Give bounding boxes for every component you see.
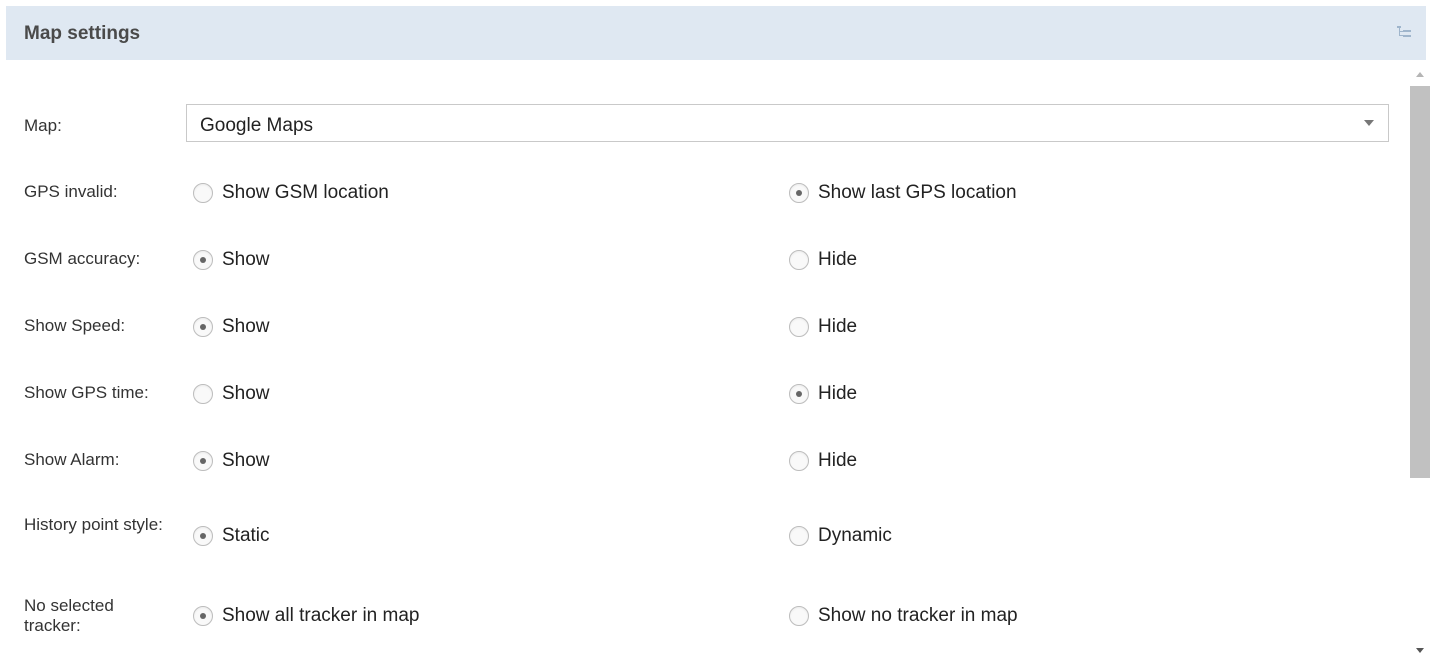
radio-option[interactable]: Show last GPS location (789, 180, 1017, 206)
setting-label: History point style: (24, 515, 163, 534)
radio-option[interactable]: Hide (789, 381, 857, 407)
radio-option-label: Show GSM location (222, 182, 389, 203)
radio-option-label: Show (222, 383, 270, 404)
radio-button[interactable] (789, 526, 809, 546)
radio-option-label: Show last GPS location (818, 182, 1017, 203)
radio-button[interactable] (789, 451, 809, 471)
radio-button[interactable] (789, 384, 809, 404)
setting-label: Show GPS time: (24, 383, 149, 402)
setting-label: GSM accuracy: (24, 249, 141, 268)
radio-option-label: Dynamic (818, 525, 892, 546)
radio-option[interactable]: Dynamic (789, 523, 892, 549)
radio-option[interactable]: Show (193, 448, 270, 474)
radio-option[interactable]: Static (193, 523, 270, 549)
radio-option[interactable]: Show no tracker in map (789, 603, 1018, 629)
radio-button[interactable] (193, 250, 213, 270)
radio-option[interactable]: Hide (789, 448, 857, 474)
map-label: Map: (24, 116, 62, 135)
map-select[interactable]: Google Maps (186, 104, 1389, 142)
setting-label: GPS invalid: (24, 182, 118, 201)
radio-option[interactable]: Show (193, 314, 270, 340)
radio-option-label: Show (222, 450, 270, 471)
radio-button[interactable] (789, 250, 809, 270)
setting-label: Show Alarm: (24, 450, 120, 469)
scroll-down-icon[interactable] (1416, 648, 1424, 653)
radio-option-label: Show all tracker in map (222, 605, 420, 626)
radio-option-label: Show no tracker in map (818, 605, 1018, 626)
radio-button[interactable] (193, 526, 213, 546)
radio-option-label: Hide (818, 450, 858, 471)
panel-header: Map settings (6, 6, 1426, 60)
scrollbar[interactable] (1407, 66, 1433, 666)
radio-button[interactable] (193, 183, 213, 203)
radio-button[interactable] (193, 317, 213, 337)
radio-option[interactable]: Hide (789, 247, 857, 273)
radio-option[interactable]: Show all tracker in map (193, 603, 419, 629)
setting-label: Show Speed: (24, 316, 126, 335)
scroll-up-icon[interactable] (1416, 72, 1424, 77)
radio-option-label: Hide (818, 316, 858, 337)
radio-option-label: Hide (818, 249, 858, 270)
radio-button[interactable] (193, 451, 213, 471)
radio-option-label: Show (222, 316, 270, 337)
radio-option-label: Static (222, 525, 270, 546)
map-settings-panel: Map settings Map: Google Maps GPS invali… (0, 0, 1440, 670)
radio-option-label: Show (222, 249, 270, 270)
radio-button[interactable] (789, 317, 809, 337)
scrollbar-thumb[interactable] (1410, 86, 1430, 478)
radio-option-label: Hide (818, 383, 858, 404)
setting-label: No selected tracker: (24, 596, 114, 635)
radio-button[interactable] (789, 606, 809, 626)
radio-button[interactable] (193, 606, 213, 626)
collapse-tree-icon[interactable] (1396, 24, 1412, 40)
chevron-down-icon (1364, 120, 1374, 126)
radio-option[interactable]: Show (193, 381, 270, 407)
radio-option[interactable]: Show (193, 247, 270, 273)
map-select-value: Google Maps (200, 115, 314, 136)
radio-button[interactable] (193, 384, 213, 404)
radio-option[interactable]: Show GSM location (193, 180, 389, 206)
panel-title: Map settings (24, 23, 141, 44)
radio-option[interactable]: Hide (789, 314, 857, 340)
radio-button[interactable] (789, 183, 809, 203)
